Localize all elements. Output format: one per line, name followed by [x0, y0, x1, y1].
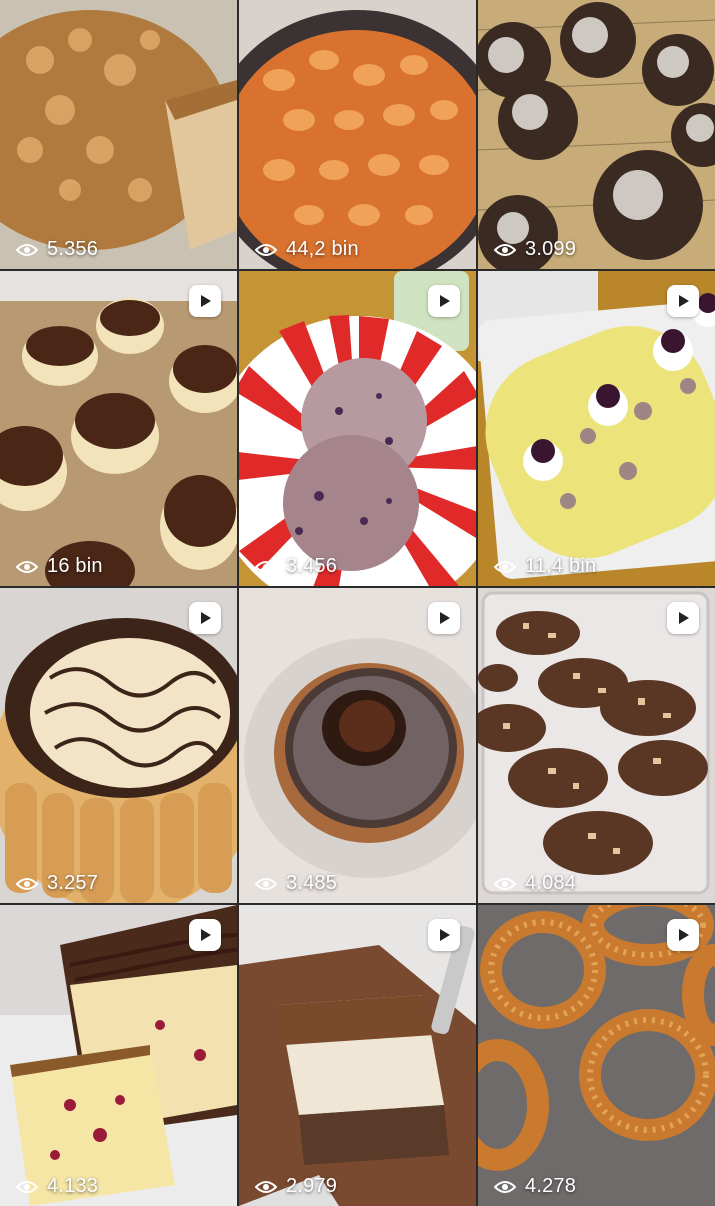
view-count: 4.133 — [16, 1175, 98, 1198]
play-icon — [440, 612, 450, 624]
eye-icon — [255, 1180, 277, 1193]
reel-badge — [189, 919, 221, 951]
view-count-label: 2.979 — [286, 1175, 338, 1197]
reel-badge — [428, 919, 460, 951]
view-count-label: 3.485 — [286, 872, 338, 894]
play-icon — [679, 612, 689, 624]
post-tile[interactable]: 2.979 — [239, 905, 476, 1206]
post-tile[interactable]: 3.485 — [239, 588, 476, 903]
post-image — [478, 588, 715, 903]
reel-badge — [189, 285, 221, 317]
view-count-label: 3.257 — [47, 872, 99, 894]
view-count-label: 4.084 — [525, 872, 577, 894]
play-icon — [679, 295, 689, 307]
view-count: 44,2 bin — [255, 238, 359, 261]
reel-badge — [189, 602, 221, 634]
post-image — [478, 0, 715, 269]
post-tile[interactable]: 4.278 — [478, 905, 715, 1206]
post-image — [239, 0, 476, 269]
eye-icon — [494, 243, 516, 256]
eye-icon — [255, 560, 277, 573]
view-count: 3.257 — [16, 872, 98, 895]
post-tile[interactable]: 5.356 — [0, 0, 237, 269]
view-count-label: 3.456 — [286, 555, 338, 577]
eye-icon — [16, 560, 38, 573]
post-tile[interactable]: 3.099 — [478, 0, 715, 269]
eye-icon — [16, 243, 38, 256]
view-count-label: 11,4 bin — [525, 555, 597, 577]
reel-badge — [667, 919, 699, 951]
play-icon — [679, 929, 689, 941]
post-tile[interactable]: 3.257 — [0, 588, 237, 903]
post-grid: 5.356 44,2 bin 3.099 16 bin 3.456 11,4 b… — [0, 0, 715, 1206]
post-image — [0, 271, 237, 586]
view-count: 4.278 — [494, 1175, 576, 1198]
post-tile[interactable]: 44,2 bin — [239, 0, 476, 269]
post-tile[interactable]: 4.084 — [478, 588, 715, 903]
play-icon — [201, 295, 211, 307]
view-count-label: 4.133 — [47, 1175, 99, 1197]
eye-icon — [255, 877, 277, 890]
post-image — [239, 271, 476, 586]
play-icon — [201, 929, 211, 941]
view-count-label: 5.356 — [47, 238, 99, 260]
eye-icon — [16, 1180, 38, 1193]
reel-badge — [667, 602, 699, 634]
post-tile[interactable]: 16 bin — [0, 271, 237, 586]
post-tile[interactable]: 3.456 — [239, 271, 476, 586]
eye-icon — [255, 243, 277, 256]
post-image — [0, 588, 237, 903]
post-tile[interactable]: 4.133 — [0, 905, 237, 1206]
view-count-label: 3.099 — [525, 238, 577, 260]
eye-icon — [494, 560, 516, 573]
view-count: 2.979 — [255, 1175, 337, 1198]
play-icon — [201, 612, 211, 624]
reel-badge — [428, 285, 460, 317]
post-tile[interactable]: 11,4 bin — [478, 271, 715, 586]
view-count-label: 44,2 bin — [286, 238, 359, 260]
view-count-label: 4.278 — [525, 1175, 577, 1197]
view-count: 11,4 bin — [494, 555, 596, 578]
play-icon — [440, 929, 450, 941]
post-image — [239, 588, 476, 903]
view-count: 16 bin — [16, 555, 103, 578]
play-icon — [440, 295, 450, 307]
view-count: 3.485 — [255, 872, 337, 895]
view-count: 4.084 — [494, 872, 576, 895]
post-image — [0, 0, 237, 269]
reel-badge — [428, 602, 460, 634]
view-count-label: 16 bin — [47, 555, 103, 577]
view-count: 5.356 — [16, 238, 98, 261]
view-count: 3.456 — [255, 555, 337, 578]
eye-icon — [494, 877, 516, 890]
view-count: 3.099 — [494, 238, 576, 261]
eye-icon — [16, 877, 38, 890]
reel-badge — [667, 285, 699, 317]
post-image — [478, 271, 715, 586]
eye-icon — [494, 1180, 516, 1193]
